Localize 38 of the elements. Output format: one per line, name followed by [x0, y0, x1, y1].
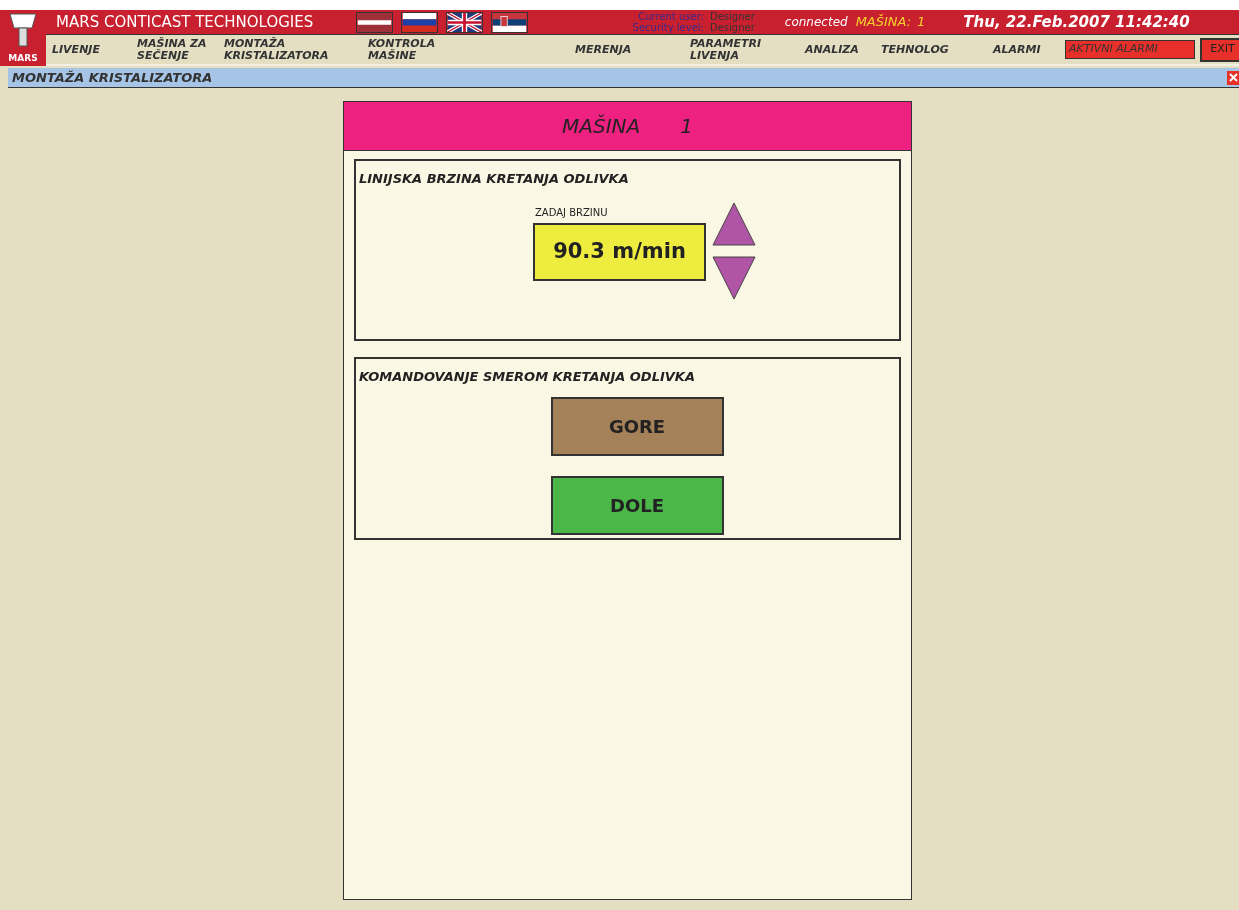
security-label: Security level:	[631, 22, 704, 33]
logo-text: MARS	[8, 54, 38, 63]
flag-icon[interactable]	[446, 11, 483, 33]
crucible-icon	[8, 12, 38, 48]
machine-label: MAŠINA:	[855, 13, 912, 32]
decrease-arrow-icon[interactable]	[712, 255, 756, 300]
speed-field[interactable]: 90.3 m/min	[533, 222, 706, 281]
direction-button[interactable]: DOLE	[550, 475, 724, 535]
security-value: Designer	[710, 22, 755, 33]
flag-icon[interactable]	[491, 11, 528, 33]
increase-arrow-icon[interactable]	[712, 201, 756, 246]
brand-title: MARS CONTICAST TECHNOLOGIES	[56, 11, 315, 33]
flag-icon[interactable]	[401, 11, 438, 33]
panel-title: MAŠINA	[562, 113, 641, 140]
menu-item[interactable]: TEHNOLOG	[881, 43, 993, 56]
menu-item[interactable]: MONTAŽA KRISTALIZATORA	[224, 37, 368, 62]
menu-item[interactable]: ANALIZA	[805, 43, 881, 56]
machine-number: 1	[680, 113, 693, 140]
exit-button[interactable]: EXIT	[1200, 37, 1239, 62]
menu-item[interactable]: ALARMI	[993, 43, 1065, 56]
direction-button[interactable]: GORE	[550, 396, 724, 456]
page-title: MONTAŽA KRISTALIZATORA	[11, 68, 213, 87]
date-time: Thu, 22.Feb.2007 11:42:40	[963, 11, 1190, 33]
close-button[interactable]	[1227, 70, 1239, 85]
menu-item[interactable]: LIVENJE	[52, 43, 137, 56]
user-label: Current user:	[637, 11, 704, 22]
machine-number: 1	[917, 13, 926, 32]
menu-item[interactable]: PARAMETRI LIVENJA	[690, 37, 805, 62]
field-label: ZADAJ BRZINU	[535, 205, 609, 220]
user-value: Designer	[710, 11, 755, 22]
group-title: KOMANDOVANJE SMEROM KRETANJA ODLIVKA	[359, 368, 696, 386]
menu-item[interactable]: MERENJA	[575, 43, 690, 56]
menu-item[interactable]: KONTROLA MAŠINE	[368, 37, 575, 62]
group-title: LINIJSKA BRZINA KRETANJA ODLIVKA	[359, 170, 630, 188]
menu-item[interactable]: MAŠINA ZA SEČENJE	[137, 37, 224, 62]
connection-status: connected	[784, 14, 848, 31]
flag-icon[interactable]	[356, 11, 393, 33]
close-icon	[1228, 73, 1238, 82]
